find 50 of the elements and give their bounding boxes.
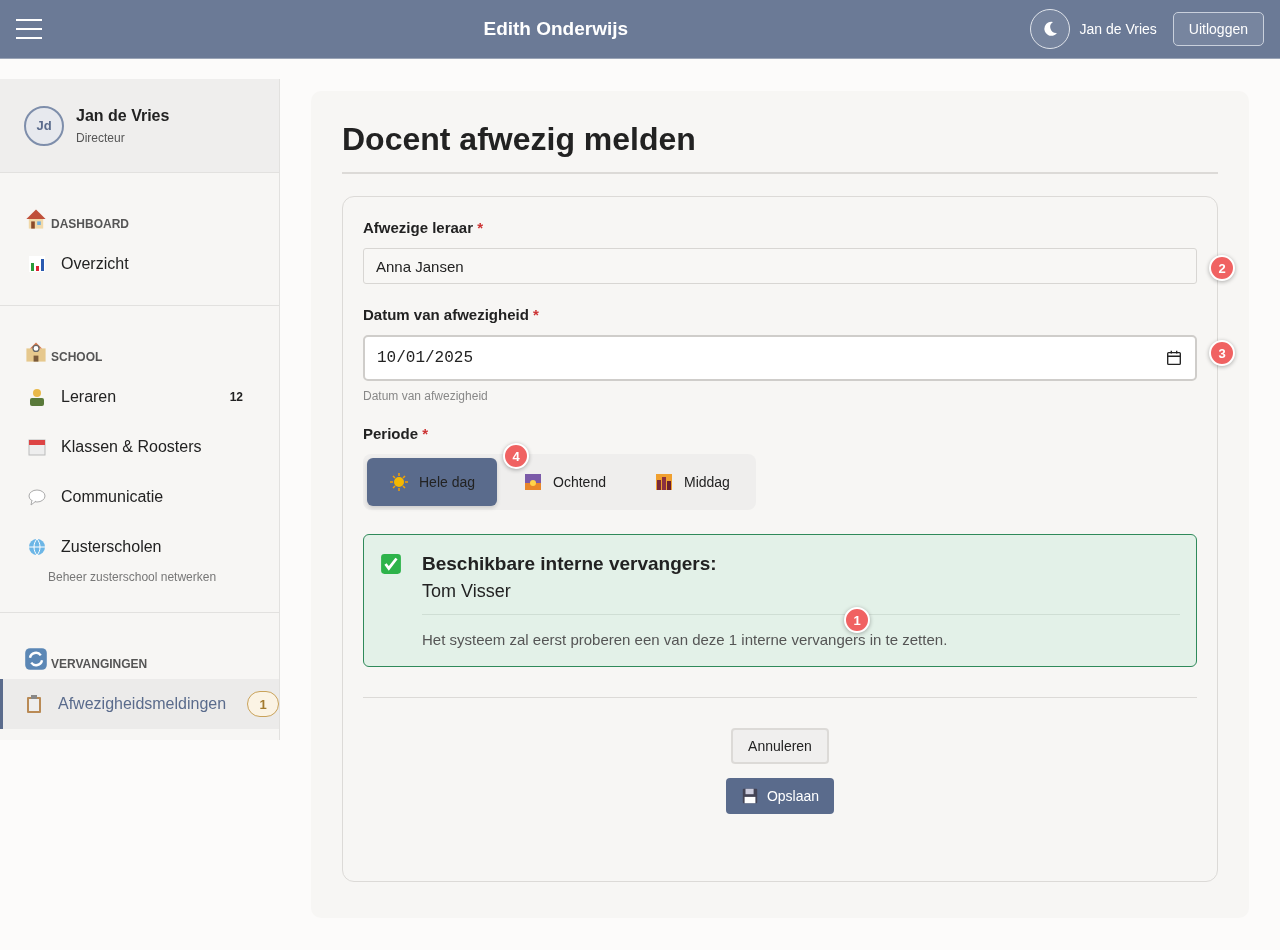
avatar: Jd (24, 105, 64, 146)
sidebar-item[interactable]: Communicatie (0, 472, 279, 522)
sidebar-item[interactable]: Overzicht (0, 239, 279, 289)
sidebar-item[interactable]: Afwezigheidsmeldingen 1 (0, 679, 279, 729)
cancel-button[interactable]: Annuleren (731, 728, 829, 764)
calendar-icon (27, 437, 47, 457)
period-option[interactable]: Middag (632, 458, 752, 506)
teacher-field[interactable]: Anna Jansen (363, 248, 1197, 284)
app-title: Edith Onderwijs (482, 18, 630, 40)
logout-button[interactable]: Uitloggen (1172, 12, 1264, 46)
menu-icon[interactable] (16, 19, 42, 39)
item-description: Beheer zusterschool netwerken (47, 570, 218, 586)
calendar-icon (1165, 349, 1183, 367)
marker-badge: 1 (844, 607, 870, 633)
clipboard-icon (24, 694, 44, 714)
user-role: Directeur (76, 130, 126, 145)
marker-badge: 2 (1209, 255, 1235, 281)
field-label: Periode * (363, 425, 430, 442)
dark-mode-button[interactable] (1029, 9, 1070, 49)
school-icon (24, 340, 48, 364)
refresh-icon (24, 647, 48, 671)
bar-chart-icon (27, 254, 47, 274)
count-badge: 1 (247, 691, 279, 717)
checkmark-icon (380, 553, 402, 575)
section-title: VERVANGINGEN (51, 657, 148, 671)
field-label: Datum van afwezigheid * (363, 306, 540, 323)
sidebar-item[interactable]: Leraren 12 (0, 372, 279, 422)
page-title: Docent afwezig melden (342, 121, 1218, 174)
section-title: SCHOOL (51, 350, 103, 364)
house-icon (24, 207, 48, 231)
sunrise-icon (523, 472, 544, 492)
sidebar-item[interactable]: Zusterscholen (0, 522, 279, 572)
field-label: Afwezige leraar * (363, 219, 485, 236)
city-sunset-icon (654, 472, 674, 492)
sidebar-item[interactable]: Klassen & Roosters (0, 422, 279, 472)
sun-icon (389, 472, 409, 492)
alert-title: Beschikbare interne vervangers: (422, 553, 717, 575)
marker-badge: 3 (1209, 340, 1235, 366)
person-icon (27, 387, 47, 407)
help-text: Datum van afwezigheid (363, 389, 489, 403)
save-button[interactable]: Opslaan (725, 778, 835, 814)
date-field[interactable]: 10/01/2025 (363, 335, 1197, 381)
marker-badge: 4 (503, 443, 529, 469)
speech-bubble-icon (27, 487, 47, 507)
alert-note: Het systeem zal eerst proberen een van deze 1 interne vervangers in te zetten. (422, 631, 949, 648)
count: 12 (229, 390, 243, 404)
user-name: Jan de Vries (76, 106, 170, 125)
section-title: DASHBOARD (51, 217, 129, 231)
user-name: Jan de Vries (1079, 21, 1157, 37)
globe-icon (27, 537, 47, 557)
